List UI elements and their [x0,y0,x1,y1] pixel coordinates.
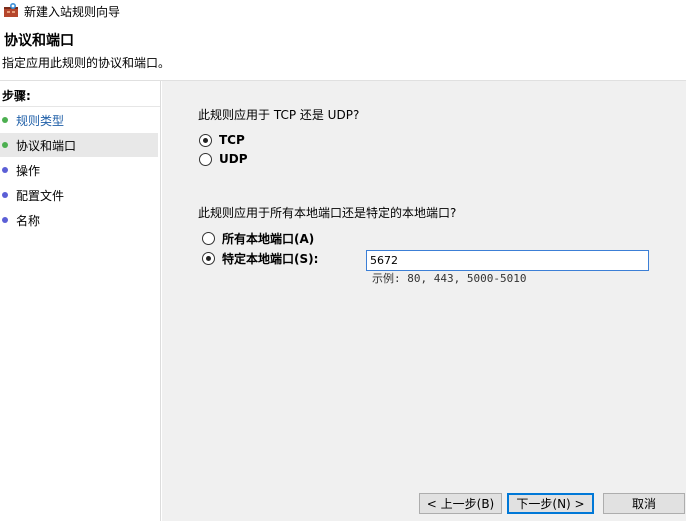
tcp-radio-button[interactable] [199,133,212,147]
step-name: 名称 [0,208,158,232]
steps-title: 步骤: [2,89,31,103]
step-current-dot-icon [2,142,8,148]
specific-ports-radio-button[interactable] [202,251,215,265]
specific-ports-radio-option[interactable]: 特定本地端口(S): [202,250,318,266]
step-label: 名称 [16,213,41,228]
wizard-window: 新建入站规则向导 协议和端口 指定应用此规则的协议和端口。 步骤: 规则类型 协… [0,0,686,521]
step-done-dot-icon [2,117,8,123]
title-bar: 新建入站规则向导 [0,0,686,22]
tcp-radio-label[interactable]: TCP [219,133,245,147]
page-title: 协议和端口 [4,33,74,49]
step-label: 协议和端口 [16,138,77,153]
step-action: 操作 [0,158,158,182]
ports-example-hint: 示例: 80, 443, 5000-5010 [372,272,527,285]
udp-radio-button[interactable] [199,152,212,166]
ports-question: 此规则应用于所有本地端口还是特定的本地端口? [198,206,457,220]
all-ports-radio-label[interactable]: 所有本地端口(A) [222,230,314,247]
step-protocol-ports[interactable]: 协议和端口 [0,133,158,157]
udp-radio-label[interactable]: UDP [219,152,248,166]
page-subtitle: 指定应用此规则的协议和端口。 [2,56,171,70]
cancel-button[interactable]: 取消 [603,493,685,514]
step-rule-type[interactable]: 规则类型 [0,108,158,132]
steps-divider [0,106,160,107]
all-ports-radio-option[interactable]: 所有本地端口(A) [202,230,314,246]
back-button[interactable]: < 上一步(B) [419,493,502,514]
window-title: 新建入站规则向导 [24,5,121,19]
udp-radio-option[interactable]: UDP [199,151,248,167]
next-button[interactable]: 下一步(N) > [507,493,594,514]
step-label: 操作 [16,163,41,178]
step-pending-dot-icon [2,192,8,198]
steps-sidebar: 步骤: 规则类型 协议和端口 操作 配置文件 名称 [0,81,161,521]
tcp-radio-option[interactable]: TCP [199,132,245,148]
step-label: 配置文件 [16,188,65,203]
protocol-question: 此规则应用于 TCP 还是 UDP? [198,108,360,122]
step-label: 规则类型 [16,113,65,128]
specific-ports-input[interactable] [366,250,649,271]
firewall-icon [4,3,18,17]
specific-ports-radio-label[interactable]: 特定本地端口(S): [222,250,318,267]
step-pending-dot-icon [2,217,8,223]
wizard-header: 协议和端口 指定应用此规则的协议和端口。 [0,22,686,80]
step-pending-dot-icon [2,167,8,173]
step-profile: 配置文件 [0,183,158,207]
main-panel: 此规则应用于 TCP 还是 UDP? TCP UDP 此规则应用于所有本地端口还… [162,81,686,521]
all-ports-radio-button[interactable] [202,231,215,245]
